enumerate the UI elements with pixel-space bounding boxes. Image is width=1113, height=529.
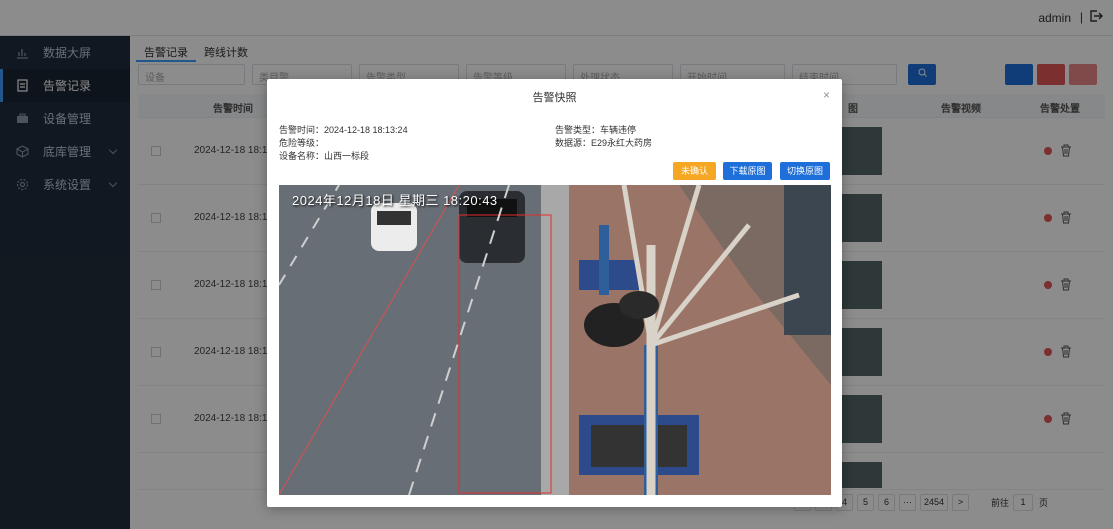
unconfirmed-button[interactable]: 未确认 [673,162,716,180]
download-original-button[interactable]: 下载原图 [723,162,772,180]
dialog-title: 告警快照 [532,92,577,104]
danger-level-field: 危险等级： [279,138,325,148]
close-icon[interactable]: × [823,88,830,102]
alarm-type-field: 告警类型：车辆违停 [555,125,637,135]
street-scene-picture [279,185,831,495]
snapshot-image: 2024年12月18日 星期三 18:20:43 [279,185,831,495]
alarm-time-field: 告警时间：2024-12-18 18:13:24 [279,125,408,135]
snapshot-timestamp: 2024年12月18日 星期三 18:20:43 [292,193,498,208]
device-name-field: 设备名称：山西一标段 [279,151,370,161]
data-source-field: 数据源：E29永红大药房 [555,138,653,148]
app-root: admin | 数据大屏 告警记录 设备管理 底库管理 系统设置 告警记录 跨线… [0,0,1113,529]
switch-original-button[interactable]: 切换原图 [780,162,830,180]
alarm-snapshot-dialog: 告警快照 × 告警时间：2024-12-18 18:13:24 危险等级： 设备… [267,79,842,507]
